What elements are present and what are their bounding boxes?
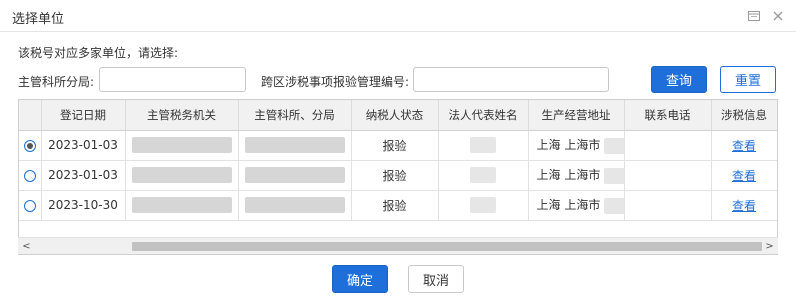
dialog-title: 选择单位 [12, 12, 65, 27]
status-cell: 报验 [351, 130, 439, 161]
reg-date-cell: 2023-01-03 [41, 130, 126, 161]
report-no-input[interactable] [413, 67, 609, 92]
table-row[interactable]: 2023-10-30 报验 上海 上海市 查看 [19, 190, 777, 221]
header-reg-date: 登记日期 [41, 100, 126, 131]
header-tax-office: 主管科所、分局 [238, 100, 352, 131]
phone-cell [624, 130, 712, 161]
redacted-cell [131, 197, 232, 213]
redacted-cell [604, 197, 623, 214]
address-cell: 上海 上海市 [536, 168, 601, 183]
scroll-right-arrow[interactable]: > [761, 238, 778, 255]
address-cell: 上海 上海市 [536, 198, 601, 213]
redacted-cell [470, 137, 496, 153]
redacted-cell [470, 197, 496, 213]
header-select [19, 100, 42, 131]
header-phone: 联系电话 [624, 100, 712, 131]
header-tax-info: 涉税信息 [711, 100, 777, 131]
cancel-button[interactable]: 取消 [408, 265, 464, 293]
redacted-cell [244, 197, 345, 213]
header-tax-authority: 主管税务机关 [125, 100, 239, 131]
horizontal-scrollbar[interactable]: < > [18, 237, 778, 254]
scroll-thumb[interactable] [132, 242, 762, 251]
view-tax-info-link[interactable]: 查看 [732, 169, 756, 183]
query-button[interactable]: 查询 [651, 66, 707, 93]
redacted-cell [470, 167, 496, 183]
view-tax-info-link[interactable]: 查看 [732, 199, 756, 213]
row-radio[interactable] [23, 169, 36, 182]
status-cell: 报验 [351, 190, 439, 221]
header-address: 生产经营地址 [528, 100, 625, 131]
redacted-cell [244, 167, 345, 183]
redacted-cell [604, 137, 623, 154]
header-legal-rep: 法人代表姓名 [438, 100, 529, 131]
row-radio[interactable] [23, 139, 36, 152]
redacted-cell [244, 137, 345, 153]
unit-table: 登记日期 主管税务机关 主管科所、分局 纳税人状态 法人代表姓名 生产经营地址 … [18, 99, 778, 255]
view-tax-info-link[interactable]: 查看 [732, 139, 756, 153]
tax-bureau-input[interactable] [99, 67, 246, 92]
redacted-cell [131, 167, 232, 183]
reg-date-cell: 2023-01-03 [41, 160, 126, 191]
reset-button[interactable]: 重置 [720, 66, 776, 93]
redacted-cell [131, 137, 232, 153]
maximize-icon[interactable] [747, 9, 761, 23]
header-taxpayer-status: 纳税人状态 [351, 100, 439, 131]
tax-bureau-label: 主管科所分局: [18, 75, 95, 89]
redacted-cell [604, 167, 623, 184]
reg-date-cell: 2023-10-30 [41, 190, 126, 221]
report-no-label: 跨区涉税事项报验管理编号: [261, 75, 410, 89]
confirm-button[interactable]: 确定 [332, 265, 388, 293]
address-cell: 上海 上海市 [536, 138, 601, 153]
table-header-row: 登记日期 主管税务机关 主管科所、分局 纳税人状态 法人代表姓名 生产经营地址 … [19, 100, 777, 131]
table-row[interactable]: 2023-01-03 报验 上海 上海市 查看 [19, 130, 777, 161]
phone-cell [624, 190, 712, 221]
close-icon[interactable] [771, 9, 785, 23]
table-row[interactable]: 2023-01-03 报验 上海 上海市 查看 [19, 160, 777, 191]
select-prompt: 该税号对应多家单位，请选择: [18, 46, 179, 60]
select-unit-dialog: 选择单位 该税号对应多家单位，请选择: 主管科所分局: 跨区涉税事项报验管理编号… [0, 0, 796, 298]
status-cell: 报验 [351, 160, 439, 191]
row-radio[interactable] [23, 199, 36, 212]
phone-cell [624, 160, 712, 191]
scroll-left-arrow[interactable]: < [18, 238, 35, 255]
dialog-titlebar: 选择单位 [0, 0, 796, 32]
